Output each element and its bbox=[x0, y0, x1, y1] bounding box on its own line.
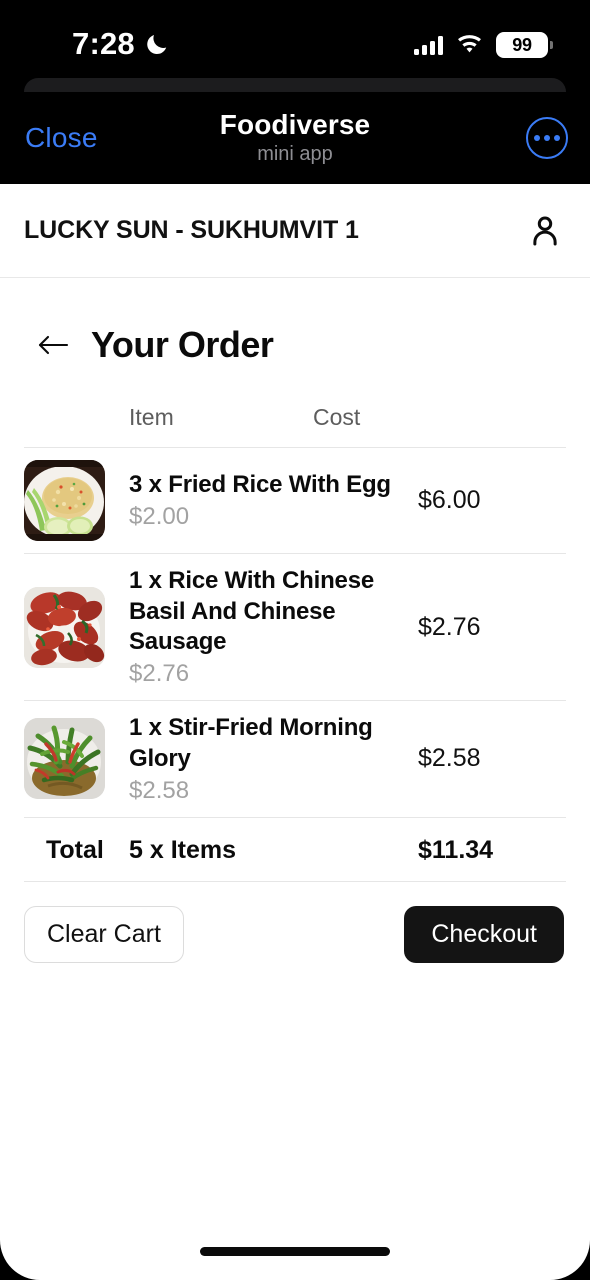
item-cost: $2.76 bbox=[418, 612, 481, 641]
table-row[interactable]: 3 x Fried Rice With Egg $2.00 $6.00 bbox=[24, 448, 566, 553]
order-heading-row: Your Order bbox=[0, 278, 590, 366]
item-unit-price: $2.58 bbox=[129, 776, 190, 804]
table-row[interactable]: 1 x Rice With Chinese Basil And Chinese … bbox=[24, 554, 566, 700]
status-bar: 7:28 99 bbox=[0, 0, 590, 78]
item-thumbnail bbox=[24, 460, 105, 541]
stir-fried-morning-glory-photo bbox=[24, 718, 105, 800]
checkout-button[interactable]: Checkout bbox=[404, 905, 564, 963]
status-bar-right: 99 bbox=[414, 32, 553, 58]
miniapp-nav-bar: Close Foodiverse mini app bbox=[0, 92, 590, 184]
sheet-top-edge bbox=[24, 78, 566, 92]
total-amount: $11.34 bbox=[418, 835, 494, 864]
order-table: Item Cost 3 x Fried Rice With Egg $2.00 … bbox=[0, 404, 590, 882]
battery-indicator: 99 bbox=[496, 32, 553, 58]
item-unit-price: $2.76 bbox=[129, 660, 190, 688]
back-arrow-icon[interactable] bbox=[37, 333, 70, 357]
status-time: 7:28 bbox=[72, 26, 135, 61]
fried-rice-with-egg-photo bbox=[24, 460, 105, 541]
order-actions: Clear Cart Checkout bbox=[0, 882, 590, 963]
close-button[interactable]: Close bbox=[25, 122, 98, 154]
clear-cart-button[interactable]: Clear Cart bbox=[24, 905, 184, 963]
total-label: Total bbox=[46, 835, 104, 864]
item-name: 1 x Rice With Chinese Basil And Chinese … bbox=[129, 567, 374, 656]
cellular-signal-icon bbox=[414, 35, 443, 55]
person-icon[interactable] bbox=[526, 212, 564, 250]
store-name: LUCKY SUN - SUKHUMVIT 1 bbox=[24, 216, 359, 244]
item-name: 1 x Stir-Fried Morning Glory bbox=[129, 714, 373, 772]
item-cost: $2.58 bbox=[418, 744, 481, 773]
order-total-row: Total 5 x Items $11.34 bbox=[24, 818, 566, 881]
more-options-icon[interactable] bbox=[526, 117, 568, 159]
home-indicator[interactable] bbox=[200, 1247, 390, 1256]
rice-with-chinese-basil-sausage-photo bbox=[24, 586, 105, 668]
crescent-moon-icon bbox=[147, 35, 167, 55]
page-title: Your Order bbox=[91, 324, 274, 365]
status-bar-left: 7:28 bbox=[72, 26, 170, 62]
item-thumbnail bbox=[24, 586, 105, 668]
total-item-count: 5 x Items bbox=[129, 835, 237, 864]
table-header: Item Cost bbox=[24, 404, 566, 447]
store-header: LUCKY SUN - SUKHUMVIT 1 bbox=[0, 184, 590, 278]
wifi-icon bbox=[458, 35, 481, 53]
phone-screen: 7:28 99 Close Foodiverse mini app LUCKY … bbox=[0, 0, 590, 1280]
item-info: 1 x Stir-Fried Morning Glory $2.58 bbox=[129, 713, 408, 804]
battery-level: 99 bbox=[512, 34, 532, 55]
column-header-item: Item bbox=[129, 404, 174, 430]
item-info: 1 x Rice With Chinese Basil And Chinese … bbox=[129, 566, 408, 688]
item-cost: $6.00 bbox=[418, 486, 481, 514]
item-unit-price: $2.00 bbox=[129, 502, 190, 530]
item-thumbnail bbox=[24, 718, 105, 800]
item-info: 3 x Fried Rice With Egg $2.00 bbox=[129, 470, 408, 531]
app-body: LUCKY SUN - SUKHUMVIT 1 Your Order Item … bbox=[0, 184, 590, 1280]
table-row[interactable]: 1 x Stir-Fried Morning Glory $2.58 $2.58 bbox=[24, 701, 566, 816]
item-name: 3 x Fried Rice With Egg bbox=[129, 471, 391, 499]
column-header-cost: Cost bbox=[313, 404, 361, 430]
